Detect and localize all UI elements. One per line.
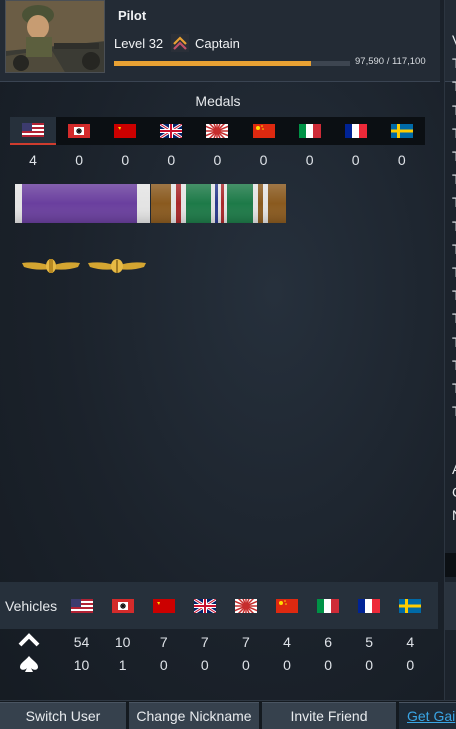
medal-tab-japan-flag-icon[interactable] (194, 117, 240, 145)
vehicle-italy-flag-icon (308, 594, 349, 618)
owned-count-china: 4 (283, 634, 291, 650)
ribbon-campaign[interactable] (151, 184, 286, 223)
player-rank: Captain (195, 36, 240, 51)
vehicles-label: Vehicles (5, 598, 58, 614)
right-panel-text: A (452, 461, 456, 477)
owned-count-sweden: 4 (406, 634, 415, 650)
ribbon-purple-heart[interactable] (15, 184, 150, 223)
get-gaijin-link[interactable]: Get Gai (399, 702, 456, 729)
owned-count-usa: 54 (73, 634, 90, 650)
right-panel-text: T (452, 194, 456, 210)
elite-count-france: 0 (365, 657, 374, 673)
vehicle-germany-flag-icon (102, 594, 143, 618)
right-panel-text: T (452, 78, 456, 94)
vehicle-sweden-flag-icon (390, 594, 431, 618)
vehicle-usa-flag-icon (61, 594, 102, 618)
switch-user-button[interactable]: Switch User (0, 702, 126, 729)
medal-count-britain: 0 (167, 152, 176, 168)
medal-count-sweden: 0 (397, 152, 406, 168)
medal-count-italy: 0 (305, 152, 314, 168)
right-panel-text: T (452, 357, 456, 373)
pilot-wings-badges (22, 259, 146, 273)
vehicle-china-flag-icon (266, 594, 307, 618)
right-panel-band (445, 553, 456, 577)
right-panel-text: C (452, 484, 456, 500)
xp-progress-bar (114, 61, 350, 66)
rank-chevron-icon (171, 34, 189, 52)
owned-count-germany: 10 (114, 634, 131, 650)
avatar[interactable] (5, 0, 105, 73)
elite-count-usa: 10 (73, 657, 90, 673)
owned-vehicles-icon (18, 633, 40, 647)
medal-count-ussr: 0 (121, 152, 130, 168)
vehicle-britain-flag-icon (184, 594, 225, 618)
medal-tab-sweden-flag-icon[interactable] (379, 117, 425, 145)
medal-tab-usa-flag-icon[interactable] (10, 117, 57, 145)
right-panel-text: T (452, 310, 456, 326)
invite-friend-button[interactable]: Invite Friend (262, 702, 396, 729)
elite-count-italy: 0 (324, 657, 332, 673)
right-panel-text: T (452, 125, 456, 141)
player-name: Pilot (118, 8, 147, 23)
right-panel-text: N (452, 507, 456, 523)
right-panel-text: T (452, 403, 456, 419)
medal-nation-tabs (10, 117, 425, 145)
player-level: Level 32 (114, 36, 164, 51)
medal-tab-china-flag-icon[interactable] (240, 117, 286, 145)
pilot-wings-icon[interactable] (22, 259, 80, 273)
medal-tab-ussr-flag-icon[interactable] (102, 117, 148, 145)
vehicle-nation-flags (61, 594, 431, 618)
owned-count-france: 5 (365, 634, 374, 650)
change-nickname-button[interactable]: Change Nickname (129, 702, 259, 729)
medal-tab-germany-flag-icon[interactable] (56, 117, 102, 145)
right-panel-text: T (452, 218, 456, 234)
xp-progress-fill (114, 61, 311, 66)
vehicle-japan-flag-icon (225, 594, 266, 618)
elite-count-japan: 0 (242, 657, 250, 673)
right-panel-band (445, 582, 456, 630)
owned-count-britain: 7 (200, 634, 209, 650)
medal-tab-france-flag-icon[interactable] (333, 117, 379, 145)
medal-count-japan: 0 (213, 152, 222, 168)
owned-count-italy: 6 (324, 634, 332, 650)
right-panel-text: T (452, 55, 456, 71)
elite-count-ussr: 0 (159, 657, 168, 673)
medal-ribbons (15, 184, 286, 223)
pilot-wings-icon[interactable] (88, 259, 146, 273)
elite-count-china: 0 (283, 657, 291, 673)
owned-count-ussr: 7 (159, 634, 168, 650)
medal-count-france: 0 (351, 152, 360, 168)
elite-count-germany: 1 (118, 657, 127, 673)
medal-count-germany: 0 (75, 152, 84, 168)
vehicle-ussr-flag-icon (143, 594, 184, 618)
medal-tab-britain-flag-icon[interactable] (148, 117, 194, 145)
elite-vehicles-row: 10 1 0 0 0 0 0 0 0 (61, 657, 431, 673)
medal-count-china: 0 (259, 152, 268, 168)
right-panel-text: T (452, 148, 456, 164)
right-panel-text: T (452, 241, 456, 257)
right-panel-text: T (452, 287, 456, 303)
profile-header: Pilot Level 32 Captain 97,590 / 117,100 (0, 0, 440, 82)
right-side-panel: VTTTTTTTTTTTTTTTTACN (444, 0, 456, 700)
medal-counts-row: 4 0 0 0 0 0 0 0 0 (10, 152, 425, 168)
right-panel-text: T (452, 380, 456, 396)
elite-count-sweden: 0 (406, 657, 415, 673)
elite-vehicles-icon (20, 656, 38, 672)
right-panel-text: T (452, 264, 456, 280)
right-panel-text: T (452, 102, 456, 118)
vehicle-france-flag-icon (349, 594, 390, 618)
right-panel-text: V (452, 32, 456, 48)
medal-count-usa: 4 (29, 152, 37, 168)
medals-title: Medals (195, 93, 241, 109)
right-panel-text: T (452, 334, 456, 350)
profile-window: Pilot Level 32 Captain 97,590 / 117,100 … (0, 0, 440, 729)
elite-count-britain: 0 (200, 657, 209, 673)
right-panel-text: T (452, 171, 456, 187)
owned-count-japan: 7 (242, 634, 250, 650)
owned-vehicles-row: 54 10 7 7 7 4 6 5 4 (61, 634, 431, 650)
xp-text: 97,590 / 117,100 (355, 56, 426, 67)
medal-tab-italy-flag-icon[interactable] (287, 117, 333, 145)
